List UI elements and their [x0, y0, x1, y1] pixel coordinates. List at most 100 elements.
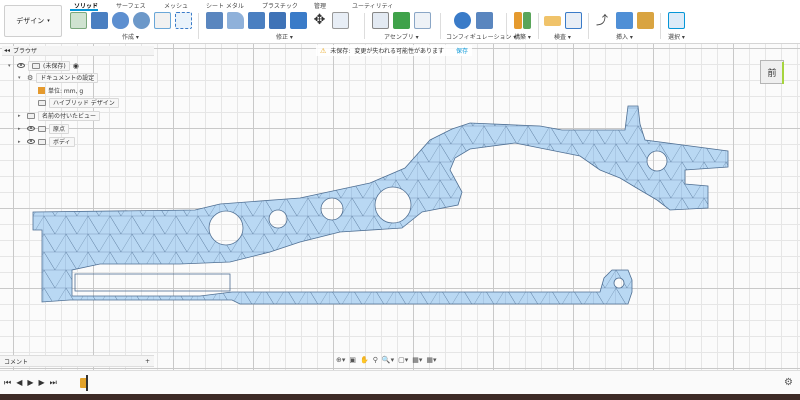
bodies-box[interactable]: ボディ: [49, 136, 75, 147]
browser-header[interactable]: ◂◂ ブラウザ: [2, 46, 154, 56]
revolve-icon[interactable]: [112, 12, 129, 29]
as-built-joint-icon[interactable]: [414, 12, 431, 29]
zoom-icon[interactable]: ⚲: [373, 356, 378, 364]
named-views-box[interactable]: 名前の付いたビュー: [38, 110, 101, 121]
offset-plane-icon[interactable]: [514, 12, 522, 29]
orbit-icon[interactable]: ⊕▾: [336, 356, 345, 364]
go-to-end-icon[interactable]: ⏭: [50, 378, 57, 388]
group-inspect-label[interactable]: 検査 ▾: [554, 32, 571, 41]
toolbar-divider: [588, 13, 589, 39]
browser-root-row[interactable]: ▾ (未保存) ◉: [8, 60, 79, 71]
expand-arrow-icon[interactable]: ▾: [18, 75, 24, 81]
step-back-icon[interactable]: ◀: [16, 378, 22, 388]
doc-settings-row[interactable]: ▾ ⚙ ドキュメントの設定: [18, 72, 99, 83]
group-create-label[interactable]: 作成 ▾: [122, 32, 139, 41]
group-construct-label[interactable]: 構築 ▾: [514, 32, 531, 41]
origin-label: 原点: [53, 126, 66, 133]
pan-icon[interactable]: ✋: [360, 356, 369, 364]
group-modify-label[interactable]: 修正 ▾: [276, 32, 293, 41]
expand-arrow-icon[interactable]: ▸: [18, 126, 24, 132]
units-label: 単位: mm, g: [48, 88, 84, 95]
mesh-icon[interactable]: [175, 12, 192, 29]
toolbar-divider: [660, 13, 661, 39]
origin-box[interactable]: 原点: [49, 123, 70, 134]
toolbar-divider: [538, 13, 539, 39]
midplane-icon[interactable]: [523, 12, 531, 29]
insert-mesh-icon[interactable]: [637, 12, 654, 29]
viewports-icon[interactable]: ▦▾: [426, 356, 436, 364]
form-icon[interactable]: [154, 12, 171, 29]
insert-derive-icon[interactable]: ⤴: [596, 12, 613, 29]
timeline-controls: ⏮ ◀ ▶ ▶ ⏭: [4, 378, 57, 388]
tab-sheet-metal[interactable]: シート メタル: [206, 1, 244, 10]
extrude-icon[interactable]: [91, 12, 108, 29]
add-comment-button[interactable]: +: [145, 358, 150, 365]
document-root-label: (未保存): [43, 63, 66, 70]
workspace-switcher-button[interactable]: デザイン ▾: [4, 5, 62, 37]
folder-icon: [27, 112, 35, 119]
document-root-box[interactable]: (未保存): [28, 60, 70, 71]
timeline-settings-gear-icon[interactable]: ⚙: [784, 377, 793, 388]
browser-title: ブラウザ: [13, 48, 38, 55]
visibility-eye-icon[interactable]: [27, 139, 35, 144]
configuration-icon[interactable]: [454, 12, 471, 29]
design-type-box[interactable]: ハイブリッド デザイン: [49, 97, 119, 108]
look-at-icon[interactable]: ▣: [349, 356, 356, 364]
tab-mesh[interactable]: メッシュ: [164, 1, 188, 10]
configuration-table-icon[interactable]: [476, 12, 493, 29]
design-type-row[interactable]: ハイブリッド デザイン: [38, 97, 119, 108]
units-row[interactable]: 単位: mm, g: [38, 85, 83, 96]
group-assembly-label[interactable]: アセンブリ ▾: [384, 32, 419, 41]
bodies-row[interactable]: ▸ ボディ: [18, 136, 75, 147]
scale-icon[interactable]: [290, 12, 307, 29]
save-link[interactable]: 保存: [456, 46, 468, 55]
tab-utilities[interactable]: ユーティリティ: [352, 1, 393, 10]
fillet-icon[interactable]: [227, 12, 244, 29]
press-pull-icon[interactable]: [206, 12, 223, 29]
tab-manage[interactable]: 管理: [314, 1, 326, 10]
zoom-window-icon[interactable]: 🔍▾: [382, 356, 394, 364]
tab-surface[interactable]: サーフェス: [116, 1, 146, 10]
expand-arrow-icon[interactable]: ▸: [18, 113, 24, 119]
move-icon[interactable]: ✥: [311, 12, 328, 29]
origin-row[interactable]: ▸ 原点: [18, 123, 70, 134]
browser-panel: ◂◂ ブラウザ ▾ (未保存) ◉ ▾ ⚙ ドキュメントの設定 単位: mm, …: [2, 46, 154, 147]
collapse-icon[interactable]: ◂◂: [4, 47, 10, 54]
sphere-icon[interactable]: [133, 12, 150, 29]
tab-plastic[interactable]: プラスチック: [262, 1, 298, 10]
new-component-plus-icon[interactable]: [393, 12, 410, 29]
expand-arrow-icon[interactable]: ▾: [8, 63, 14, 69]
expand-arrow-icon[interactable]: ▸: [18, 139, 24, 145]
select-icon[interactable]: [668, 12, 685, 29]
unsaved-message: 変更が失われる可能性があります: [354, 48, 445, 55]
chevron-down-icon: ▾: [47, 18, 50, 24]
group-insert-label[interactable]: 挿入 ▾: [616, 32, 633, 41]
new-component-icon[interactable]: [70, 12, 87, 29]
align-icon[interactable]: [332, 12, 349, 29]
grid-settings-icon[interactable]: ▦▾: [412, 356, 422, 364]
named-views-row[interactable]: ▸ 名前の付いたビュー: [18, 110, 101, 121]
taskbar-strip: [0, 394, 800, 400]
combine-icon[interactable]: [269, 12, 286, 29]
insert-canvas-icon[interactable]: [616, 12, 633, 29]
toolbar-divider: [440, 13, 441, 39]
joint-icon[interactable]: [372, 12, 389, 29]
section-analysis-icon[interactable]: [565, 12, 582, 29]
view-cube[interactable]: 前: [760, 60, 784, 84]
measure-icon[interactable]: [544, 16, 561, 26]
go-to-start-icon[interactable]: ⏮: [4, 378, 11, 388]
radio-active-icon[interactable]: ◉: [73, 62, 79, 70]
play-icon[interactable]: ▶: [27, 378, 33, 388]
document-icon: [32, 62, 40, 69]
view-cube-front-face[interactable]: 前: [767, 66, 776, 79]
shell-icon[interactable]: [248, 12, 265, 29]
group-select-label[interactable]: 選択 ▾: [668, 32, 685, 41]
display-settings-icon[interactable]: ▢▾: [398, 356, 408, 364]
comments-panel[interactable]: コメント +: [0, 355, 154, 367]
design-type-label: ハイブリッド デザイン: [53, 100, 115, 107]
timeline-marker[interactable]: [86, 375, 88, 391]
step-forward-icon[interactable]: ▶: [39, 378, 45, 388]
visibility-eye-icon[interactable]: [27, 126, 35, 131]
visibility-eye-icon[interactable]: [17, 63, 25, 68]
doc-settings-box[interactable]: ドキュメントの設定: [36, 72, 99, 83]
